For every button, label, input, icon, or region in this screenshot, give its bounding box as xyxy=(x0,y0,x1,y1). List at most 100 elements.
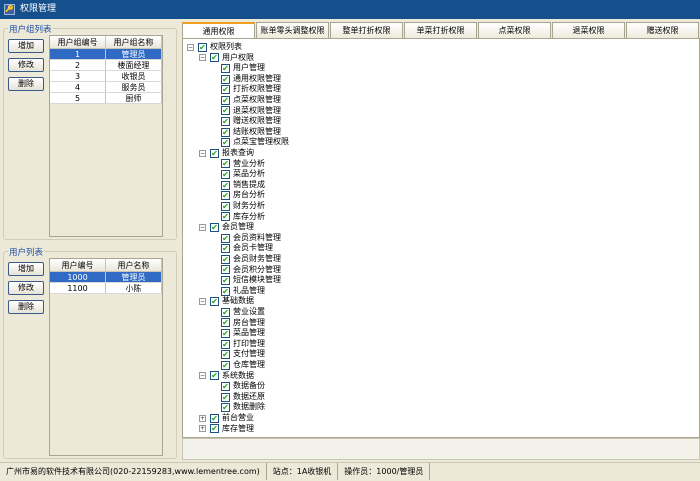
checkbox-checked-icon[interactable]: ✔ xyxy=(221,244,230,254)
table-row[interactable]: 1000 管理员 xyxy=(50,272,162,283)
tree-item[interactable]: ✔ 库存分析 xyxy=(221,212,265,223)
tree-group[interactable]: − ✔ 会员管理 xyxy=(199,222,254,233)
tree-item[interactable]: ✔ 数据删除 xyxy=(221,402,265,413)
checkbox-checked-icon[interactable]: ✔ xyxy=(221,307,230,317)
tree-item[interactable]: ✔ 通用权限管理 xyxy=(221,74,281,85)
tree-item[interactable]: ✔ 房台分析 xyxy=(221,190,265,201)
checkbox-checked-icon[interactable]: ✔ xyxy=(210,222,219,232)
tree-item[interactable]: ✔ 用户管理 xyxy=(221,63,265,74)
checkbox-checked-icon[interactable]: ✔ xyxy=(221,127,230,137)
tree-item[interactable]: ✔ 打印管理 xyxy=(221,339,265,350)
tree-item[interactable]: ✔ 结账权限管理 xyxy=(221,127,281,138)
checkbox-checked-icon[interactable]: ✔ xyxy=(210,297,219,307)
collapse-icon[interactable]: − xyxy=(199,223,206,231)
checkbox-checked-icon[interactable]: ✔ xyxy=(221,360,230,370)
expand-icon[interactable]: + xyxy=(199,414,206,422)
edit-group-button[interactable]: 修改 xyxy=(8,58,44,72)
column-header[interactable]: 用户组编号 xyxy=(50,36,106,48)
tree-item[interactable]: ✔ 短信模块管理 xyxy=(221,275,281,286)
tree-item[interactable]: ✔ 营业设置 xyxy=(221,307,265,318)
checkbox-checked-icon[interactable]: ✔ xyxy=(221,339,230,349)
edit-user-button[interactable]: 修改 xyxy=(8,281,44,295)
collapse-icon[interactable]: − xyxy=(199,54,206,62)
checkbox-checked-icon[interactable]: ✔ xyxy=(221,191,230,201)
column-header[interactable]: 用户编号 xyxy=(50,259,106,271)
tab[interactable]: 点菜权限 xyxy=(478,22,551,38)
expand-icon[interactable]: + xyxy=(199,425,206,433)
table-row[interactable]: 2 楼面经理 xyxy=(50,60,162,71)
table-row[interactable]: 3 收银员 xyxy=(50,71,162,82)
checkbox-checked-icon[interactable]: ✔ xyxy=(210,53,219,63)
checkbox-checked-icon[interactable]: ✔ xyxy=(221,254,230,264)
tab[interactable]: 通用权限 xyxy=(182,22,255,38)
tree-group[interactable]: − ✔ 报表查询 xyxy=(199,148,254,159)
tree-item[interactable]: ✔ 财务分析 xyxy=(221,201,265,212)
checkbox-checked-icon[interactable]: ✔ xyxy=(221,350,230,360)
checkbox-checked-icon[interactable]: ✔ xyxy=(221,169,230,179)
tree-item[interactable]: ✔ 仓库管理 xyxy=(221,360,265,371)
checkbox-checked-icon[interactable]: ✔ xyxy=(221,265,230,275)
tab[interactable]: 退菜权限 xyxy=(552,22,625,38)
tree-item[interactable]: ✔ 数据还原 xyxy=(221,392,265,403)
table-row[interactable]: 1100 小陈 xyxy=(50,283,162,294)
checkbox-checked-icon[interactable]: ✔ xyxy=(221,159,230,169)
tree-item[interactable]: ✔ 菜品分析 xyxy=(221,169,265,180)
tree-group[interactable]: − ✔ 用户权限 xyxy=(199,53,254,64)
column-header[interactable]: 用户组名称 xyxy=(106,36,162,48)
checkbox-checked-icon[interactable]: ✔ xyxy=(221,328,230,338)
user-table[interactable]: 用户编号 用户名称 1000 管理员 1100 小陈 xyxy=(49,258,163,456)
checkbox-checked-icon[interactable]: ✔ xyxy=(221,180,230,190)
checkbox-checked-icon[interactable]: ✔ xyxy=(221,85,230,95)
tree-item[interactable]: ✔ 房台管理 xyxy=(221,318,265,329)
tree-item[interactable]: ✔ 会员卡管理 xyxy=(221,243,273,254)
tree-item[interactable]: ✔ 点菜宝管理权限 xyxy=(221,137,289,148)
checkbox-checked-icon[interactable]: ✔ xyxy=(221,286,230,296)
checkbox-checked-icon[interactable]: ✔ xyxy=(221,381,230,391)
checkbox-checked-icon[interactable]: ✔ xyxy=(221,106,230,116)
tree-group[interactable]: − ✔ 系统数据 xyxy=(199,371,254,382)
add-user-button[interactable]: 增加 xyxy=(8,262,44,276)
tree-item[interactable]: ✔ 礼品管理 xyxy=(221,286,265,297)
table-row[interactable]: 4 服务员 xyxy=(50,82,162,93)
collapse-icon[interactable]: − xyxy=(199,149,206,157)
tree-item[interactable]: ✔ 打折权限管理 xyxy=(221,84,281,95)
tree-item[interactable]: ✔ 赠送权限管理 xyxy=(221,116,281,127)
tree-group[interactable]: + ✔ 前台营业 xyxy=(199,413,254,424)
checkbox-checked-icon[interactable]: ✔ xyxy=(221,201,230,211)
collapse-icon[interactable]: − xyxy=(199,298,206,306)
checkbox-checked-icon[interactable]: ✔ xyxy=(221,275,230,285)
column-header[interactable]: 用户名称 xyxy=(106,259,162,271)
checkbox-checked-icon[interactable]: ✔ xyxy=(210,424,219,434)
checkbox-checked-icon[interactable]: ✔ xyxy=(221,318,230,328)
checkbox-checked-icon[interactable]: ✔ xyxy=(221,212,230,222)
checkbox-checked-icon[interactable]: ✔ xyxy=(221,116,230,126)
tree-item[interactable]: ✔ 会员财务管理 xyxy=(221,254,281,265)
checkbox-checked-icon[interactable]: ✔ xyxy=(221,95,230,105)
checkbox-checked-icon[interactable]: ✔ xyxy=(221,233,230,243)
checkbox-checked-icon[interactable]: ✔ xyxy=(221,138,230,148)
delete-group-button[interactable]: 删除 xyxy=(8,77,44,91)
delete-user-button[interactable]: 删除 xyxy=(8,300,44,314)
checkbox-checked-icon[interactable]: ✔ xyxy=(221,392,230,402)
checkbox-checked-icon[interactable]: ✔ xyxy=(221,403,230,413)
tab[interactable]: 单菜打折权限 xyxy=(404,22,477,38)
tree-item[interactable]: ✔ 菜品管理 xyxy=(221,328,265,339)
table-row[interactable]: 1 管理员 xyxy=(50,49,162,60)
checkbox-checked-icon[interactable]: ✔ xyxy=(210,371,219,381)
tree-root[interactable]: − ✔ 权限列表 xyxy=(187,42,242,53)
permission-tree[interactable]: − ✔ 权限列表 − ✔ 用户权限 ✔ 用户管理 ✔ 通用权限管理 ✔ 打折权限管理 ✔ 点菜权限管理 ✔ 退… xyxy=(182,38,700,438)
checkbox-checked-icon[interactable]: ✔ xyxy=(221,74,230,84)
checkbox-checked-icon[interactable]: ✔ xyxy=(210,148,219,158)
checkbox-checked-icon[interactable]: ✔ xyxy=(198,42,207,52)
tree-group[interactable]: − ✔ 基础数据 xyxy=(199,296,254,307)
tab[interactable]: 赠送权限 xyxy=(626,22,699,38)
checkbox-checked-icon[interactable]: ✔ xyxy=(221,63,230,73)
tree-item[interactable]: ✔ 支付管理 xyxy=(221,349,265,360)
collapse-icon[interactable]: − xyxy=(187,43,194,51)
tree-item[interactable]: ✔ 点菜权限管理 xyxy=(221,95,281,106)
tree-item[interactable]: ✔ 销售提成 xyxy=(221,180,265,191)
tree-item[interactable]: ✔ 退菜权限管理 xyxy=(221,106,281,117)
checkbox-checked-icon[interactable]: ✔ xyxy=(210,413,219,423)
tab[interactable]: 整单打折权限 xyxy=(330,22,403,38)
tab[interactable]: 账单零头调整权限 xyxy=(256,22,329,38)
